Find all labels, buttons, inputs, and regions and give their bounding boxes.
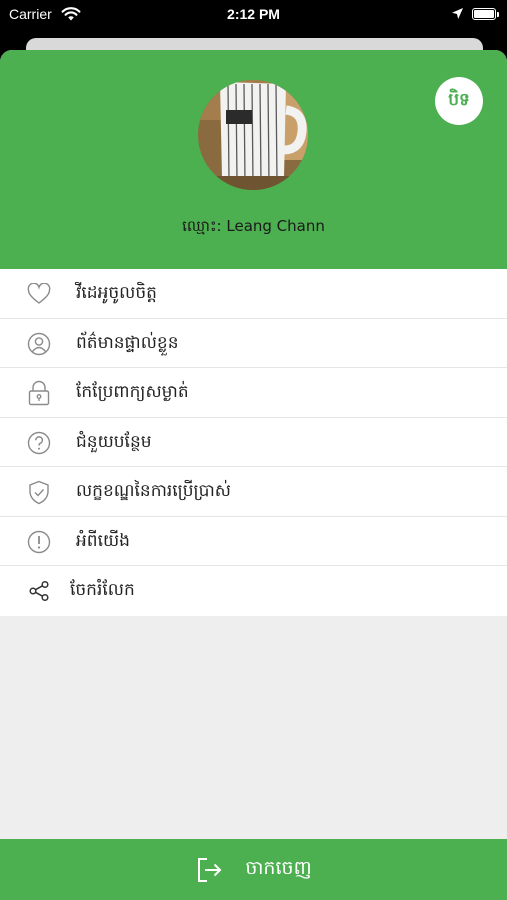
- menu-item-label: ចែករំលែក: [70, 580, 135, 600]
- logout-icon: [198, 857, 222, 882]
- menu-item-label: អំពីយើង: [76, 530, 130, 551]
- menu-item-help[interactable]: ជំនួយបន្ថែម: [0, 418, 507, 467]
- menu-item-change-password[interactable]: កែប្រែពាក្យសម្ងាត់: [0, 368, 507, 418]
- settings-menu: វីដេអូចូលចិត្ត ព័ត៌មានផ្ទាល់ខ្លួន កែប្រែ…: [0, 269, 507, 616]
- shield-check-icon: [26, 480, 52, 504]
- menu-item-share[interactable]: ចែករំលែក: [0, 566, 507, 616]
- menu-item-label: ជំនួយបន្ថែម: [76, 431, 152, 452]
- menu-item-personal-info[interactable]: ព័ត៌មានផ្ទាល់ខ្លួន: [0, 319, 507, 368]
- user-icon: [26, 332, 52, 356]
- logout-button[interactable]: ចាកចេញ: [0, 839, 507, 900]
- help-icon: [26, 431, 52, 455]
- status-bar: Carrier 2:12 PM: [0, 0, 507, 28]
- share-icon: [26, 579, 52, 603]
- menu-item-favorite-videos[interactable]: វីដេអូចូលចិត្ត: [0, 269, 507, 319]
- profile-sheet: ឈ្មោះ: Leang Chann បិទ វីដេអូចូលចិត្ត ព័…: [0, 50, 507, 900]
- location-arrow-icon: [452, 8, 463, 19]
- avatar: [198, 80, 308, 190]
- heart-icon: [26, 282, 52, 306]
- avatar-photo: [198, 80, 308, 190]
- menu-item-about-us[interactable]: អំពីយើង: [0, 517, 507, 566]
- profile-name: ឈ្មោះ: Leang Chann: [182, 217, 325, 235]
- close-button[interactable]: បិទ: [435, 77, 483, 125]
- menu-item-label: ព័ត៌មានផ្ទាល់ខ្លួន: [76, 332, 179, 353]
- info-icon: [26, 530, 52, 554]
- menu-item-label: កែប្រែពាក្យសម្ងាត់: [76, 382, 189, 402]
- status-time: 2:12 PM: [227, 6, 280, 22]
- profile-header: ឈ្មោះ: Leang Chann បិទ: [0, 50, 507, 269]
- menu-item-label: លក្ខខណ្ឌនៃការប្រើប្រាស់: [76, 481, 231, 501]
- logout-label: ចាកចេញ: [245, 856, 312, 879]
- menu-item-terms-of-use[interactable]: លក្ខខណ្ឌនៃការប្រើប្រាស់: [0, 467, 507, 517]
- menu-item-label: វីដេអូចូលចិត្ត: [76, 283, 157, 303]
- battery-icon: [472, 8, 499, 20]
- lock-icon: [26, 380, 52, 406]
